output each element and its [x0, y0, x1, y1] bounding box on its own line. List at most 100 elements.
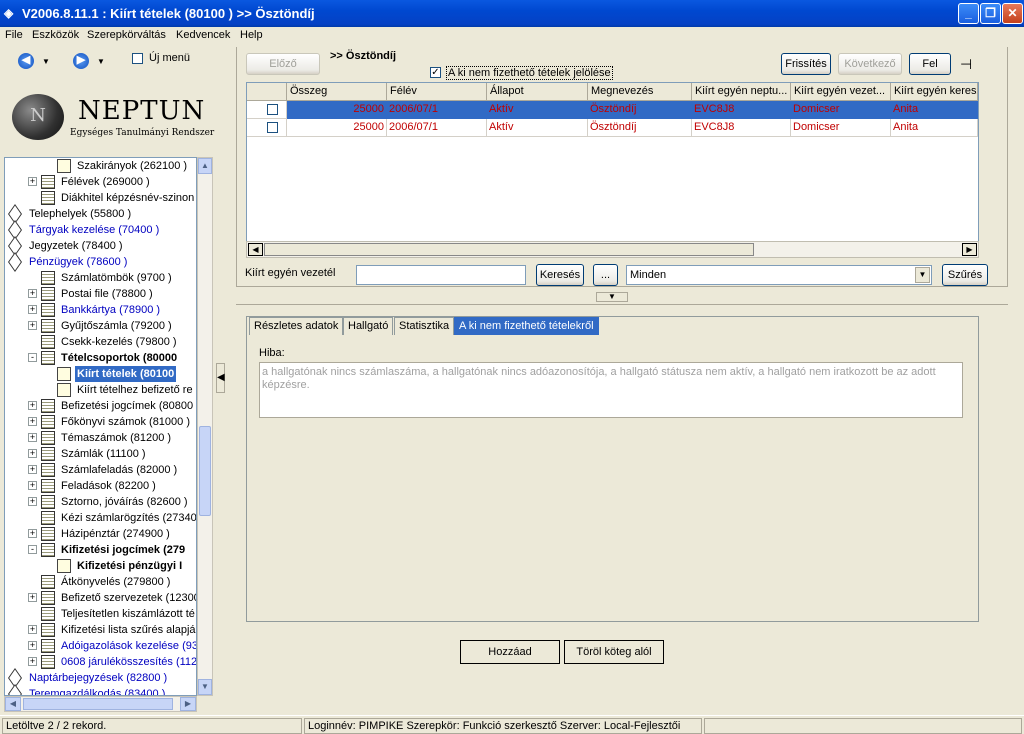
grid-horizontal-scrollbar[interactable]: ◀ ▶ — [246, 241, 979, 258]
tree-node[interactable]: Kiírt tételek (80100 — [5, 366, 196, 382]
expand-icon[interactable]: + — [28, 465, 37, 474]
tree-node[interactable]: + Sztorno, jóváírás (82600 ) — [5, 494, 196, 510]
menu-help[interactable]: Help — [240, 29, 263, 41]
new-menu-checkbox[interactable] — [132, 53, 143, 64]
menu-kedvencek[interactable]: Kedvencek — [176, 29, 230, 41]
expand-icon[interactable]: + — [28, 497, 37, 506]
row-select-cell[interactable] — [247, 101, 287, 119]
expand-icon[interactable]: + — [28, 657, 37, 666]
prev-button[interactable]: Előző — [246, 53, 320, 75]
tab-statistics[interactable]: Statisztika — [394, 317, 455, 335]
forward-dropdown-icon[interactable]: ▼ — [97, 57, 105, 66]
tree-node[interactable]: - Tételcsoportok (80000 — [5, 350, 196, 366]
tree-node[interactable]: + Számlafeladás (82000 ) — [5, 462, 196, 478]
collapse-icon[interactable]: - — [28, 545, 37, 554]
grid-scroll-left-icon[interactable]: ◀ — [248, 243, 263, 256]
table-row[interactable]: 25000 2006/07/1 Aktív Ösztöndíj EVC8J8 D… — [247, 101, 978, 119]
tree-node[interactable]: Számlatömbök (9700 ) — [5, 270, 196, 286]
grid-header-lastname[interactable]: Kiírt egyén vezet... — [791, 83, 891, 101]
refresh-button[interactable]: Frissítés — [781, 53, 831, 75]
filter-select[interactable]: Minden ▼ — [626, 265, 932, 285]
expand-icon[interactable]: + — [4, 673, 5, 682]
expand-icon[interactable]: + — [28, 417, 37, 426]
tree-node[interactable]: Diákhitel képzésnév-szinon — [5, 190, 196, 206]
expand-icon[interactable]: + — [4, 225, 5, 234]
remove-from-batch-button[interactable]: Töröl köteg alól — [564, 640, 664, 664]
expand-icon[interactable]: + — [28, 177, 37, 186]
table-row[interactable]: 25000 2006/07/1 Aktív Ösztöndíj EVC8J8 D… — [247, 119, 978, 137]
minimize-button[interactable]: _ — [958, 3, 979, 24]
grid-header-name[interactable]: Megnevezés — [588, 83, 692, 101]
filter-button[interactable]: Szűrés — [942, 264, 988, 286]
pin-icon[interactable]: ⊣ — [960, 56, 972, 73]
tree-node[interactable]: Csekk-kezelés (79800 ) — [5, 334, 196, 350]
grid-header-amount[interactable]: Összeg — [287, 83, 387, 101]
back-dropdown-icon[interactable]: ▼ — [42, 57, 50, 66]
tree-node[interactable]: + Félévek (269000 ) — [5, 174, 196, 190]
menu-file[interactable]: File — [5, 29, 23, 41]
tree-node[interactable]: + Gyűjtőszámla (79200 ) — [5, 318, 196, 334]
tree-node[interactable]: Kiírt tételhez befizető re — [5, 382, 196, 398]
collapse-icon[interactable]: - — [4, 257, 5, 266]
tree-node[interactable]: + Számlák (11100 ) — [5, 446, 196, 462]
tree-node[interactable]: Kifizetési pénzügyi I — [5, 558, 196, 574]
tree-node[interactable]: + Teremgazdálkodás (83400 ) — [4, 684, 196, 696]
tree-node[interactable]: + Befizető szervezetek (12300( — [5, 590, 196, 606]
more-button[interactable]: ... — [593, 264, 618, 286]
expand-icon[interactable]: + — [28, 401, 37, 410]
scroll-right-icon[interactable]: ▶ — [180, 697, 196, 711]
expand-icon[interactable]: + — [28, 433, 37, 442]
add-button[interactable]: Hozzáad — [460, 640, 560, 664]
tree-node[interactable]: + Főkönyvi számok (81000 ) — [5, 414, 196, 430]
grid-header-firstname[interactable]: Kiírt egyén keresz — [891, 83, 978, 101]
expand-icon[interactable]: + — [4, 689, 5, 696]
grid-header-neptun-code[interactable]: Kiírt egyén neptu... — [692, 83, 791, 101]
tree-node[interactable]: + Telephelyek (55800 ) — [4, 204, 196, 224]
menu-szerepkorvaltas[interactable]: Szerepkörváltás — [87, 29, 166, 41]
tree-hscroll-thumb[interactable] — [23, 698, 173, 710]
up-button[interactable]: Fel — [909, 53, 951, 75]
tree-node[interactable]: Átkönyvelés (279800 ) — [5, 574, 196, 590]
tree-node[interactable]: Teljesítetlen kiszámlázott té — [5, 606, 196, 622]
unpayable-checkbox[interactable]: ✓ — [430, 67, 441, 78]
error-textarea[interactable]: a hallgatónak nincs számlaszáma, a hallg… — [259, 362, 963, 418]
maximize-button[interactable]: ❐ — [980, 3, 1001, 24]
close-button[interactable]: ✕ — [1002, 3, 1023, 24]
row-select-cell[interactable] — [247, 119, 287, 137]
back-arrow-icon[interactable]: ◀ — [18, 53, 34, 69]
tree-node[interactable]: +0608 járulékösszesítés (112 — [5, 654, 196, 670]
next-button[interactable]: Következő — [838, 53, 902, 75]
expand-icon[interactable]: + — [28, 641, 37, 650]
tree-node[interactable]: - Kifizetési jogcímek (279 — [5, 542, 196, 558]
expand-icon[interactable]: + — [28, 593, 37, 602]
tree-node[interactable]: + Feladások (82200 ) — [5, 478, 196, 494]
tree-node[interactable]: Kézi számlarögzítés (27340( — [5, 510, 196, 526]
expand-icon[interactable]: + — [28, 321, 37, 330]
tree-node[interactable]: + Bankkártya (78900 ) — [5, 302, 196, 318]
menu-eszkozok[interactable]: Eszközök — [32, 29, 79, 41]
tree-node[interactable]: + Adóigazolások kezelése (93 — [5, 638, 196, 654]
collapse-pane-icon[interactable]: ◀ — [216, 363, 225, 393]
tree-scroll-thumb[interactable] — [199, 426, 211, 516]
expand-icon[interactable]: + — [28, 529, 37, 538]
pane-splitter[interactable]: ◀ — [216, 45, 228, 713]
search-button[interactable]: Keresés — [536, 264, 584, 286]
grid-scroll-right-icon[interactable]: ▶ — [962, 243, 977, 256]
tree-node[interactable]: + Kifizetési lista szűrés alapján — [5, 622, 196, 638]
tree-node[interactable]: + Témaszámok (81200 ) — [5, 430, 196, 446]
expand-icon[interactable]: + — [28, 289, 37, 298]
tree-vertical-scrollbar[interactable]: ▲ ▼ — [197, 157, 213, 696]
tab-unpayable[interactable]: A ki nem fizethető tételekről — [454, 317, 599, 335]
tree-node[interactable]: + Befizetési jogcímek (80800 — [5, 398, 196, 414]
tree-node[interactable]: + Naptárbejegyzések (82800 ) — [4, 668, 196, 688]
tree-node[interactable]: Szakirányok (262100 ) — [5, 158, 196, 174]
expand-icon[interactable]: + — [4, 209, 5, 218]
tab-student[interactable]: Hallgató — [343, 317, 394, 335]
expand-icon[interactable]: + — [28, 305, 37, 314]
tree-node[interactable]: - Pénzügyek (78600 ) — [4, 252, 196, 272]
expand-icon[interactable]: + — [28, 625, 37, 634]
grid-header-status[interactable]: Állapot — [487, 83, 588, 101]
dropdown-arrow-icon[interactable]: ▼ — [915, 267, 930, 283]
scroll-down-icon[interactable]: ▼ — [198, 679, 212, 695]
scroll-left-icon[interactable]: ◀ — [5, 697, 21, 711]
